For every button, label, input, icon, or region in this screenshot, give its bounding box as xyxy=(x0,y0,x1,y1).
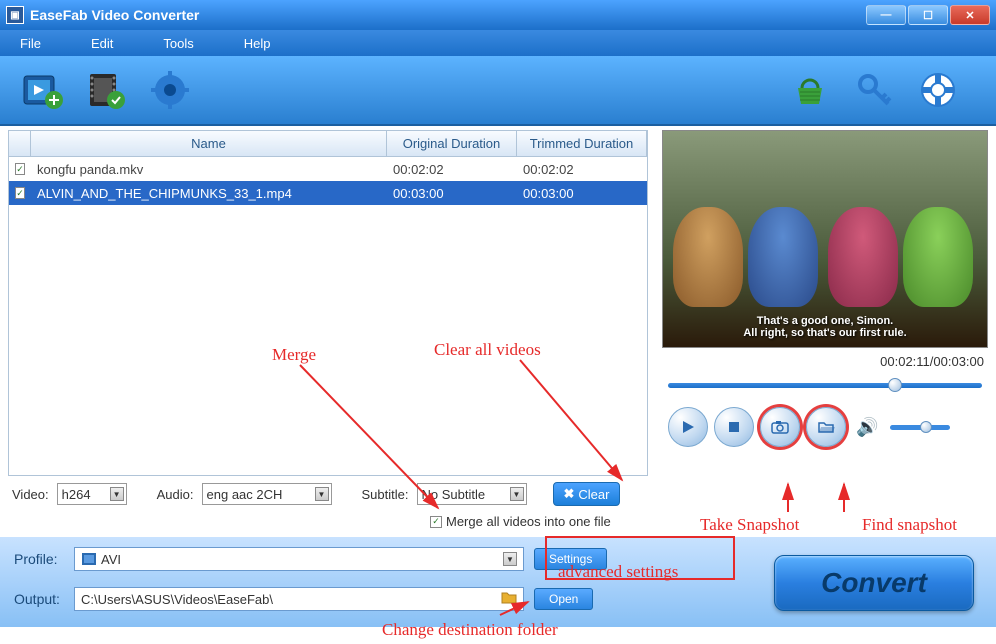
shop-button[interactable] xyxy=(786,66,834,114)
col-original-duration[interactable]: Original Duration xyxy=(387,131,517,156)
toolbar xyxy=(0,56,996,126)
add-video-icon xyxy=(20,68,64,112)
file-row[interactable]: ✓ ALVIN_AND_THE_CHIPMUNKS_33_1.mp4 00:03… xyxy=(9,181,647,205)
output-label: Output: xyxy=(14,591,74,607)
key-icon xyxy=(852,68,896,112)
col-name[interactable]: Name xyxy=(31,131,387,156)
file-checkbox[interactable]: ✓ xyxy=(15,163,25,175)
stop-icon xyxy=(727,420,741,434)
help-button[interactable] xyxy=(914,66,962,114)
preview-time: 00:02:11/00:03:00 xyxy=(662,348,988,375)
basket-icon xyxy=(788,68,832,112)
merge-label: Merge all videos into one file xyxy=(446,514,611,529)
minimize-button[interactable]: — xyxy=(866,5,906,25)
register-button[interactable] xyxy=(850,66,898,114)
file-trim-duration: 00:02:02 xyxy=(523,162,574,177)
menu-bar: File Edit Tools Help xyxy=(0,30,996,56)
volume-slider[interactable] xyxy=(890,425,950,430)
open-folder-button[interactable] xyxy=(806,407,846,447)
subtitle-label: Subtitle: xyxy=(362,487,409,502)
subtitle-select[interactable]: No Subtitle▼ xyxy=(417,483,527,505)
file-checkbox[interactable]: ✓ xyxy=(15,187,25,199)
audio-label: Audio: xyxy=(157,487,194,502)
add-video-button[interactable] xyxy=(18,66,66,114)
menu-tools[interactable]: Tools xyxy=(163,36,193,51)
gear-icon xyxy=(148,68,192,112)
preview-subtitle: That's a good one, Simon. All right, so … xyxy=(663,315,987,339)
edit-video-button[interactable] xyxy=(82,66,130,114)
window-title: EaseFab Video Converter xyxy=(30,7,199,23)
volume-icon[interactable]: 🔊 xyxy=(856,417,878,438)
stop-button[interactable] xyxy=(714,407,754,447)
maximize-button[interactable]: ☐ xyxy=(908,5,948,25)
col-trimmed-duration[interactable]: Trimmed Duration xyxy=(517,131,647,156)
audio-codec-select[interactable]: eng aac 2CH▼ xyxy=(202,483,332,505)
close-button[interactable]: ✕ xyxy=(950,5,990,25)
title-bar: ▣ EaseFab Video Converter — ☐ ✕ xyxy=(0,0,996,30)
browse-folder-icon[interactable] xyxy=(501,591,517,607)
snapshot-button[interactable] xyxy=(760,407,800,447)
menu-file[interactable]: File xyxy=(20,36,41,51)
output-path-input[interactable]: C:\Users\ASUS\Videos\EaseFab\ xyxy=(74,587,524,611)
file-name: kongfu panda.mkv xyxy=(37,162,143,177)
settings-button[interactable] xyxy=(146,66,194,114)
settings-profile-button[interactable]: Settings xyxy=(534,548,607,570)
profile-select[interactable]: AVI ▼ xyxy=(74,547,524,571)
lifebuoy-icon xyxy=(916,68,960,112)
file-row[interactable]: ✓ kongfu panda.mkv 00:02:02 00:02:02 xyxy=(9,157,647,181)
folder-open-icon xyxy=(817,420,835,434)
video-label: Video: xyxy=(12,487,49,502)
video-codec-select[interactable]: h264▼ xyxy=(57,483,127,505)
file-list: Name Original Duration Trimmed Duration … xyxy=(8,130,648,476)
file-orig-duration: 00:03:00 xyxy=(393,186,444,201)
profile-icon xyxy=(81,552,97,566)
profile-label: Profile: xyxy=(14,551,74,567)
file-list-header: Name Original Duration Trimmed Duration xyxy=(9,131,647,157)
format-row: Video: h264▼ Audio: eng aac 2CH▼ Subtitl… xyxy=(0,476,996,512)
play-icon xyxy=(680,419,696,435)
edit-video-icon xyxy=(84,68,128,112)
file-trim-duration: 00:03:00 xyxy=(523,186,574,201)
app-icon: ▣ xyxy=(6,6,24,24)
preview-viewport[interactable]: That's a good one, Simon. All right, so … xyxy=(662,130,988,348)
file-name: ALVIN_AND_THE_CHIPMUNKS_33_1.mp4 xyxy=(37,186,292,201)
seek-slider[interactable] xyxy=(668,381,982,389)
play-button[interactable] xyxy=(668,407,708,447)
preview-panel: That's a good one, Simon. All right, so … xyxy=(662,130,988,476)
open-output-button[interactable]: Open xyxy=(534,588,593,610)
clear-button[interactable]: ✖Clear xyxy=(553,482,621,506)
bottom-panel: Profile: AVI ▼ Settings Output: C:\Users… xyxy=(0,537,996,627)
merge-checkbox[interactable]: ✓ xyxy=(430,516,442,528)
file-orig-duration: 00:02:02 xyxy=(393,162,444,177)
menu-help[interactable]: Help xyxy=(244,36,271,51)
convert-button[interactable]: Convert xyxy=(774,555,974,611)
camera-icon xyxy=(771,420,789,434)
menu-edit[interactable]: Edit xyxy=(91,36,113,51)
